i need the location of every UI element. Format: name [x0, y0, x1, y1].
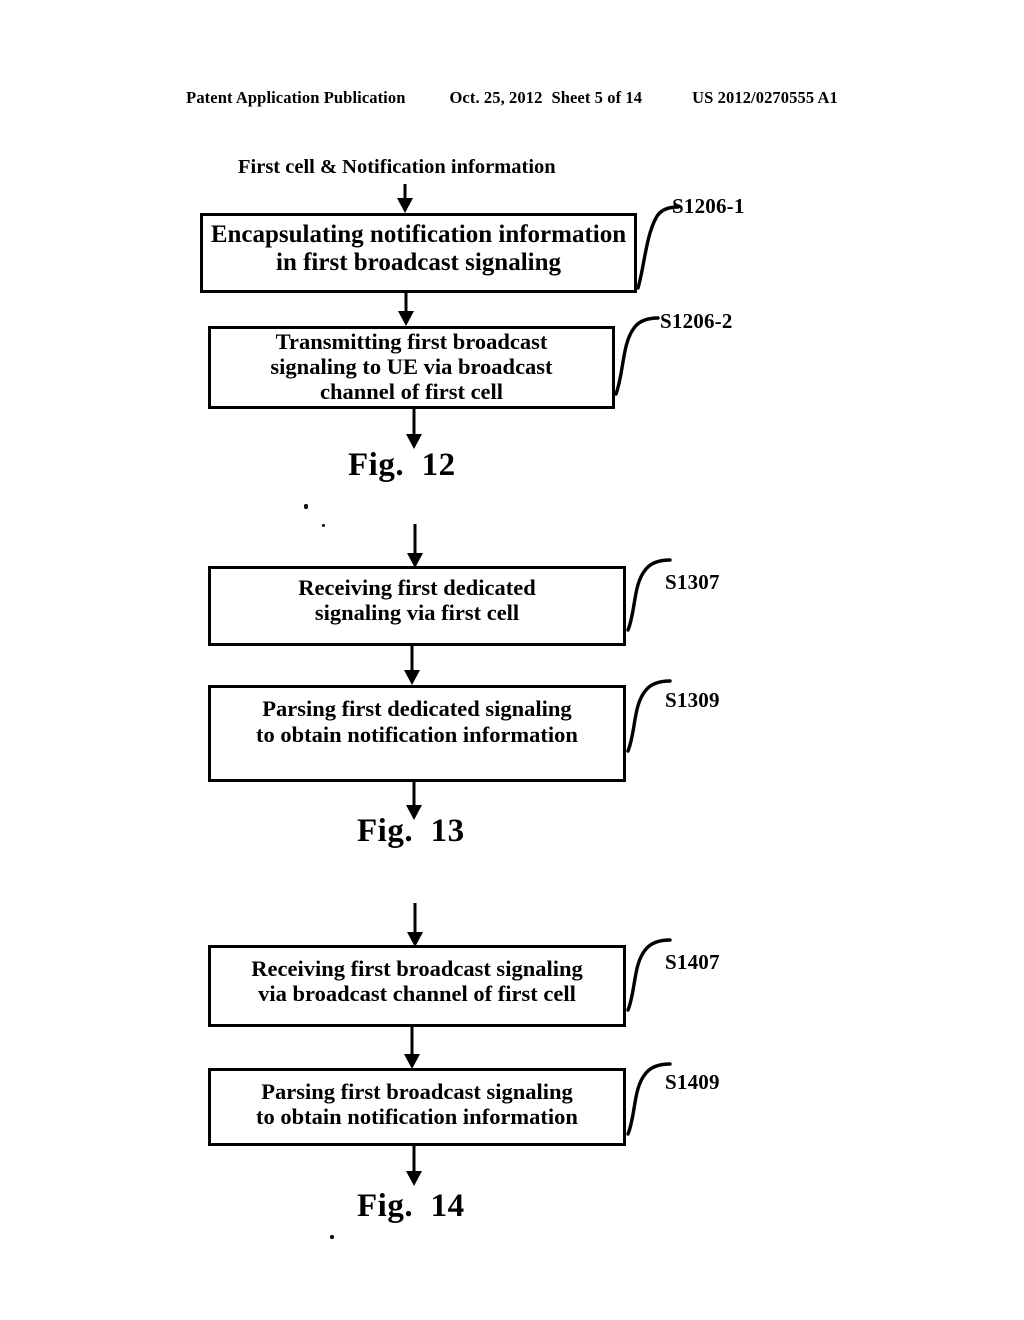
figure-12-input-label: First cell & Notification information — [238, 156, 556, 178]
flow-step-s1206-2: Transmitting first broadcast signaling t… — [208, 326, 615, 409]
flow-step-s1206-1-text: Encapsulating notification information i… — [210, 221, 627, 276]
flow-step-s1409: Parsing first broadcast signaling to obt… — [208, 1068, 626, 1146]
flow-step-s1206-1: Encapsulating notification information i… — [200, 213, 637, 293]
scan-speck — [330, 1235, 334, 1239]
leader-line-s1409 — [626, 1062, 672, 1136]
flow-step-s1307-text: Receiving first dedicated signaling via … — [298, 574, 536, 625]
flow-step-s1206-2-text: Transmitting first broadcast signaling t… — [270, 328, 553, 405]
drawing-sheet: First cell & Notification information En… — [0, 0, 1024, 1320]
step-callout-s1409: S1409 — [665, 1070, 720, 1094]
flow-step-s1407: Receiving first broadcast signaling via … — [208, 945, 626, 1027]
flow-step-s1307: Receiving first dedicated signaling via … — [208, 566, 626, 646]
leader-line-s1407 — [626, 938, 672, 1012]
step-callout-s1206-2: S1206-2 — [660, 309, 733, 333]
figure-caption-13: Fig. 13 — [357, 813, 465, 849]
step-callout-s1206-1: S1206-1 — [672, 194, 745, 218]
leader-line-s1307 — [626, 558, 672, 632]
step-callout-s1307: S1307 — [665, 570, 720, 594]
step-callout-s1309: S1309 — [665, 688, 720, 712]
leader-line-s1309 — [626, 679, 672, 753]
step-callout-s1407: S1407 — [665, 950, 720, 974]
scan-speck — [304, 504, 308, 509]
flow-step-s1309: Parsing first dedicated signaling to obt… — [208, 685, 626, 782]
flow-step-s1407-text: Receiving first broadcast signaling via … — [251, 955, 583, 1006]
figure-caption-12: Fig. 12 — [348, 447, 456, 483]
figure-caption-14: Fig. 14 — [357, 1188, 465, 1224]
flow-step-s1409-text: Parsing first broadcast signaling to obt… — [256, 1078, 578, 1129]
scan-speck — [322, 524, 325, 527]
flow-step-s1309-text: Parsing first dedicated signaling to obt… — [256, 696, 578, 747]
